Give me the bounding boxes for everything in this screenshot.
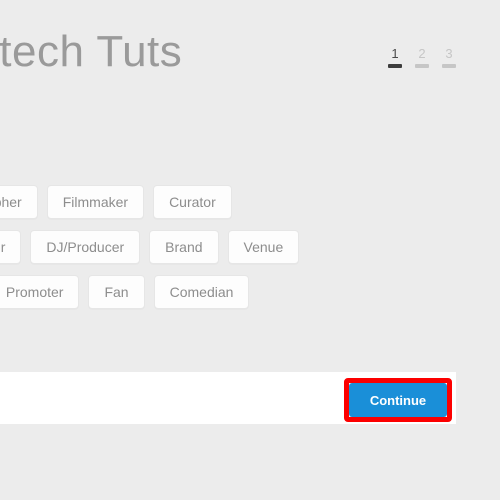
tag-chip[interactable]: Curator	[153, 185, 232, 219]
tag-chip[interactable]: tertainer	[0, 230, 22, 264]
tag-selection-list: otographer Filmmaker Curator tertainer D…	[0, 185, 498, 320]
tag-chip[interactable]: DJ/Producer	[30, 230, 141, 264]
tag-chip[interactable]: Fan	[88, 275, 145, 309]
page-title: owtech Tuts	[0, 27, 183, 76]
tag-chip[interactable]: Promoter	[0, 275, 80, 309]
step-bar-1	[388, 64, 402, 68]
tag-row: st Promoter Fan Comedian	[0, 275, 498, 309]
tag-chip[interactable]: otographer	[0, 185, 38, 219]
step-number-2: 2	[418, 46, 426, 61]
highlight-annotation-box: Continue	[344, 378, 452, 422]
step-bar-2	[415, 64, 429, 68]
tag-chip[interactable]: Venue	[227, 230, 300, 264]
step-indicator: 1 2 3	[388, 46, 456, 68]
tag-row: tertainer DJ/Producer Brand Venue	[0, 230, 498, 264]
step-number-1: 1	[391, 46, 399, 61]
step-indicator-item-3[interactable]: 3	[442, 46, 456, 68]
tag-chip[interactable]: Brand	[149, 230, 219, 264]
continue-button[interactable]: Continue	[349, 383, 447, 417]
step-indicator-item-2[interactable]: 2	[415, 46, 429, 68]
step-bar-3	[442, 64, 456, 68]
tag-chip[interactable]: Filmmaker	[46, 185, 145, 219]
step-indicator-item-1[interactable]: 1	[388, 46, 402, 68]
step-number-3: 3	[445, 46, 453, 61]
app-screen: owtech Tuts th most. 1 2 3 otographer Fi…	[0, 0, 500, 500]
tag-row: otographer Filmmaker Curator	[0, 185, 498, 219]
tag-chip[interactable]: Comedian	[153, 275, 250, 309]
